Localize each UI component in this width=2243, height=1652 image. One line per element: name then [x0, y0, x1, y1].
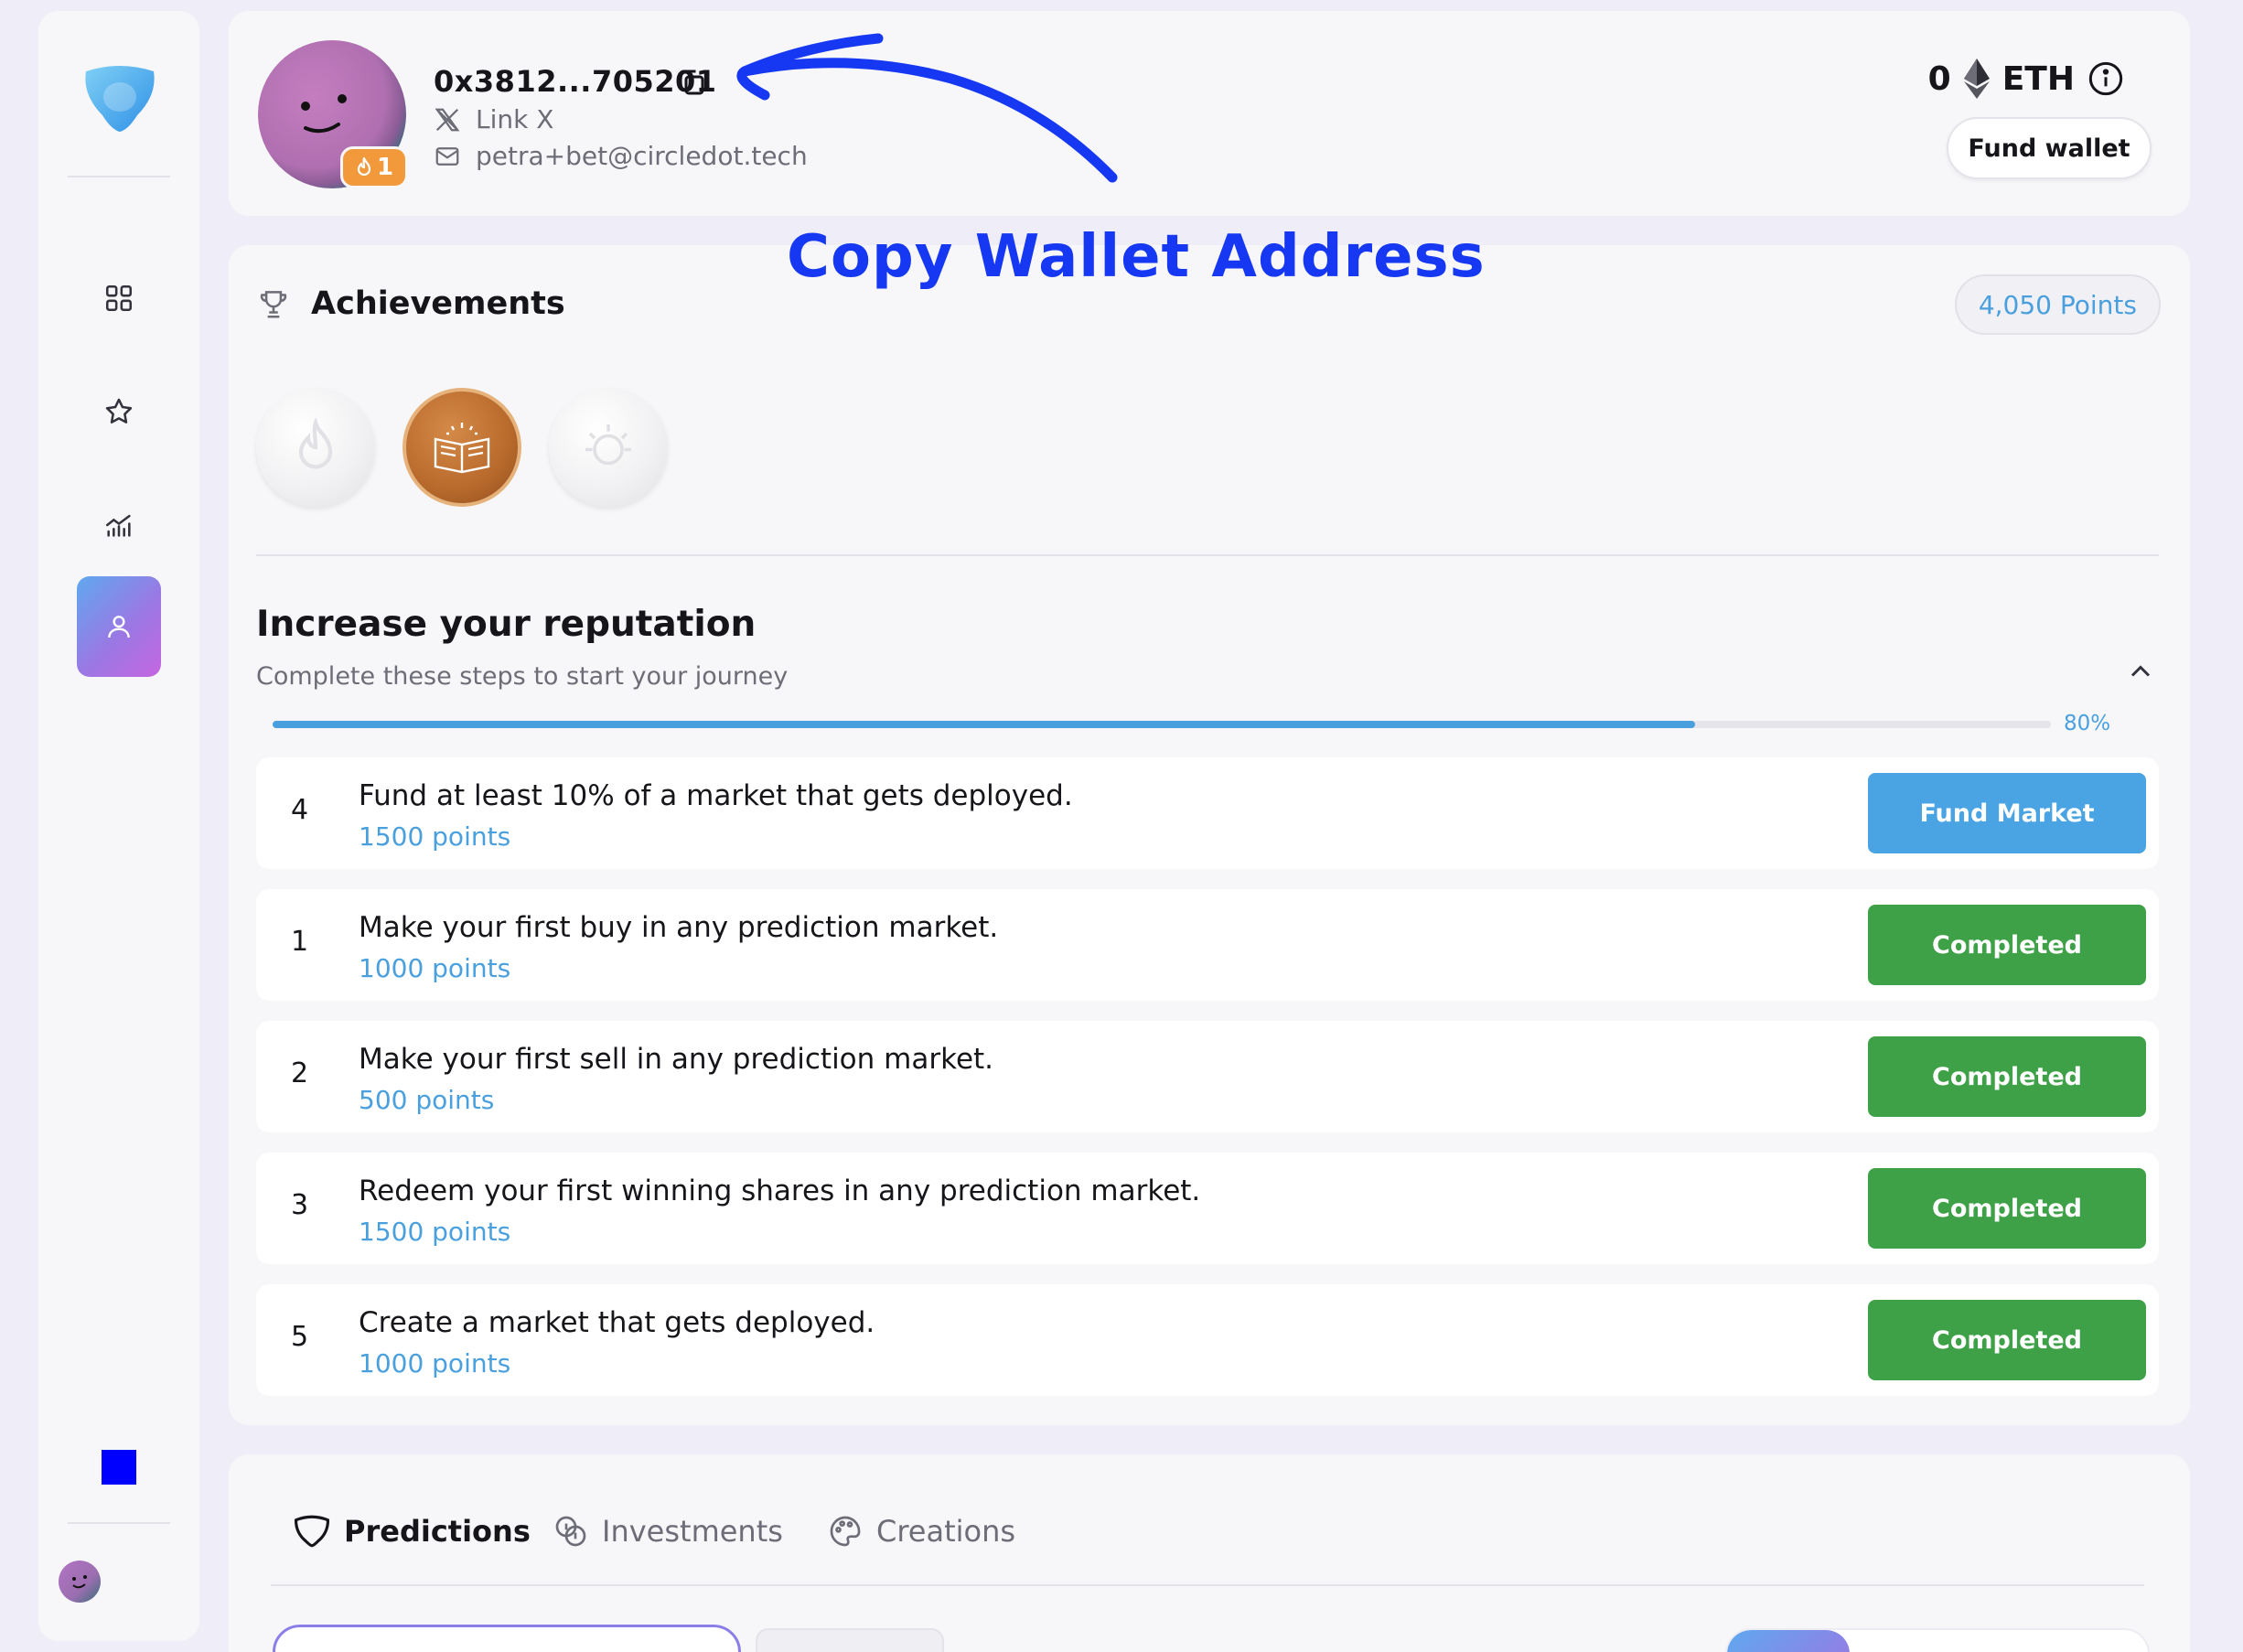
color-swatch[interactable] [77, 1423, 161, 1511]
app-logo[interactable] [80, 59, 159, 137]
step-number: 4 [291, 794, 309, 826]
info-icon[interactable] [2087, 60, 2124, 97]
link-x-link[interactable]: Link X [434, 104, 553, 134]
streak-badge: 1 [340, 146, 408, 188]
tab-label: Investments [602, 1514, 783, 1549]
balance-value: 0 [1927, 59, 1951, 98]
user-icon [108, 616, 130, 638]
step-points: 1500 points [359, 1217, 511, 1247]
step-number: 2 [291, 1057, 309, 1089]
nav-profile[interactable] [77, 576, 161, 677]
email-row: petra+bet@circledot.tech [434, 141, 808, 171]
tab-creations[interactable]: Creations [827, 1513, 1015, 1550]
flame-icon [298, 418, 333, 469]
sidebar [38, 11, 199, 1641]
book-badge[interactable] [402, 388, 521, 507]
bulb-icon [585, 424, 631, 466]
fund-wallet-button[interactable]: Fund wallet [1947, 117, 2152, 179]
achievements-divider [256, 554, 2159, 556]
completed-button[interactable]: Completed [1868, 1300, 2146, 1380]
progress-label: 80% [2064, 712, 2111, 735]
step-row: 2 Make your first sell in any prediction… [256, 1021, 2159, 1132]
achievements-header: Achievements [256, 285, 565, 322]
tab-label: Creations [876, 1514, 1016, 1549]
nav-dashboard[interactable] [77, 256, 161, 340]
streak-count: 1 [376, 154, 394, 181]
search-input[interactable] [273, 1625, 741, 1652]
step-row: 5 Create a market that gets deployed. 10… [256, 1284, 2159, 1396]
step-row: 1 Make your first buy in any prediction … [256, 889, 2159, 1001]
blue-square [102, 1450, 136, 1485]
bulb-badge[interactable] [549, 388, 668, 507]
balance-currency: ETH [2002, 59, 2075, 98]
user-avatar-small[interactable] [59, 1561, 101, 1603]
view-toggle[interactable] [1725, 1628, 2150, 1652]
book-icon [434, 423, 490, 474]
activity-tabs-card: Predictions Investments Creations [229, 1454, 2190, 1652]
flame-icon [357, 156, 371, 177]
step-row: 3 Redeem your first winning shares in an… [256, 1153, 2159, 1264]
sidebar-divider [68, 1522, 170, 1524]
step-points: 1500 points [359, 821, 511, 852]
progress-fill [273, 721, 1696, 728]
reputation-progress-bar [273, 721, 2051, 728]
profile-card: 1 0x3812...705201 Link X petra+bet@circl… [229, 11, 2190, 216]
points-value: 4,050 Points [1978, 289, 2137, 320]
fund-market-button[interactable]: Fund Market [1868, 773, 2146, 853]
tabs-divider [271, 1584, 2144, 1586]
filter-dropdown[interactable] [756, 1628, 944, 1652]
achievements-card: Achievements 4,050 Points Increase your … [229, 245, 2190, 1425]
copy-icon[interactable] [675, 66, 708, 99]
completed-button[interactable]: Completed [1868, 1036, 2146, 1117]
reputation-title: Increase your reputation [256, 604, 757, 645]
annotation-label: Copy Wallet Address [787, 223, 1486, 291]
ethereum-icon [1963, 59, 1990, 99]
mail-icon [435, 146, 459, 166]
sidebar-divider [68, 176, 170, 177]
points-total: 4,050 Points [1954, 274, 2161, 335]
step-description: Redeem your first winning shares in any … [359, 1175, 1201, 1207]
tab-predictions[interactable]: Predictions [293, 1513, 531, 1550]
step-points: 1000 points [359, 953, 511, 983]
palette-icon [830, 1516, 861, 1547]
x-logo-icon [435, 108, 460, 131]
star-icon [105, 398, 133, 424]
fire-badge[interactable] [256, 388, 375, 507]
step-description: Make your first sell in any prediction m… [359, 1043, 994, 1076]
step-points: 1000 points [359, 1348, 511, 1378]
toggle-active-segment[interactable] [1727, 1630, 1850, 1652]
link-x-label: Link X [476, 104, 554, 134]
achievements-title: Achievements [311, 285, 565, 322]
shield-icon [294, 1515, 330, 1548]
trophy-icon [260, 291, 287, 318]
grid-icon [105, 284, 133, 312]
step-number: 5 [291, 1321, 309, 1353]
reputation-subtitle: Complete these steps to start your journ… [256, 662, 789, 691]
chart-icon [105, 514, 131, 537]
step-row: 4 Fund at least 10% of a market that get… [256, 757, 2159, 869]
balance-display: 0 ETH [1928, 59, 2124, 99]
step-description: Make your first buy in any prediction ma… [359, 911, 999, 944]
nav-favorites[interactable] [77, 370, 161, 454]
email-text: petra+bet@circledot.tech [476, 141, 808, 171]
tab-investments[interactable]: Investments [553, 1513, 783, 1550]
coins-icon [555, 1516, 586, 1547]
chevron-up-icon[interactable] [2124, 655, 2157, 688]
completed-button[interactable]: Completed [1868, 905, 2146, 985]
step-number: 3 [291, 1189, 309, 1221]
nav-analytics[interactable] [77, 483, 161, 567]
completed-button[interactable]: Completed [1868, 1168, 2146, 1249]
smile-face-icon [72, 1575, 87, 1589]
step-points: 500 points [359, 1085, 495, 1115]
tab-label: Predictions [344, 1514, 531, 1549]
step-description: Fund at least 10% of a market that gets … [359, 779, 1073, 812]
step-number: 1 [291, 926, 309, 958]
step-description: Create a market that gets deployed. [359, 1306, 875, 1339]
